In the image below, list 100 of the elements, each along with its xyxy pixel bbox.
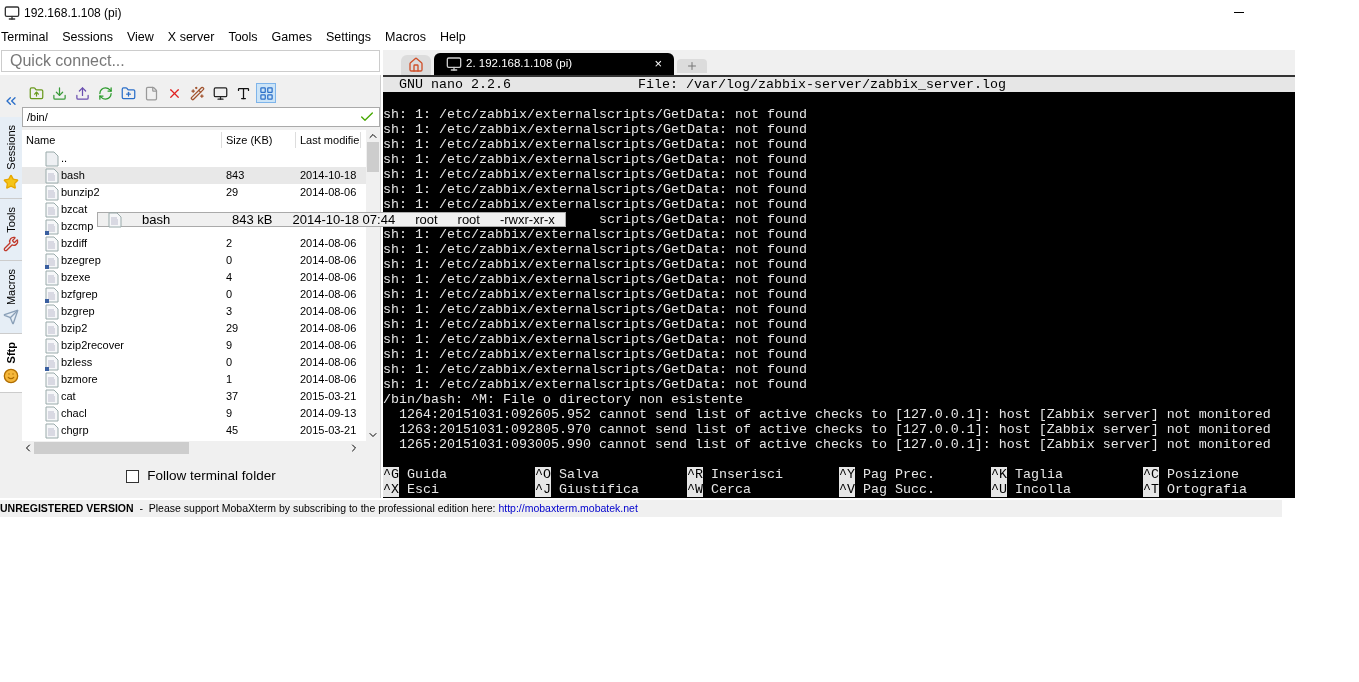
shortcut-label: Giustifica <box>559 482 639 497</box>
terminal-line: scripts/GetData: not found <box>598 212 807 227</box>
file-name: .. <box>61 151 68 167</box>
terminal-line: sh: 1: /etc/zabbix/externalscripts/GetData: not found <box>383 122 807 137</box>
terminal-line: sh: 1: /etc/zabbix/externalscripts/GetData: not found <box>383 137 807 152</box>
status-message: UNREGISTERED VERSION - Please support MobaXterm by subscribing to the professional edition here: http://mobaxterm.mobatek.net <box>0 500 638 516</box>
shortcut-key: ^J <box>535 482 551 497</box>
file-name: bunzip2 <box>61 185 100 201</box>
shortcut-label: Taglia <box>1015 467 1063 482</box>
file-name: bzdiff <box>61 236 88 252</box>
shortcut-key: ^Y <box>839 467 855 482</box>
file-path: File: /var/log/zabbix-server/zabbix_server.log <box>638 77 1006 92</box>
shortcut-label: Salva <box>559 467 599 482</box>
file-name: bzgrep <box>61 304 95 320</box>
shortcut-label: Guida <box>407 467 447 482</box>
terminal-line: sh: 1: /etc/zabbix/externalscripts/GetData: not found <box>383 377 807 392</box>
shortcut-label: Esci <box>407 482 439 497</box>
file-date: 2015-03-21 <box>300 390 357 403</box>
terminal-line: sh: 1: /etc/zabbix/externalscripts/GetData: not found <box>383 182 807 197</box>
terminal-line: sh: 1: /etc/zabbix/externalscripts/GetData: not found <box>383 362 807 377</box>
file-date: 2014-08-06 <box>300 186 357 199</box>
file-name: cat <box>61 389 76 405</box>
shortcut-label: Cerca <box>711 482 751 497</box>
terminal-line: /bin/bash: ^M: File o directory non esistente <box>383 392 743 407</box>
shortcut-key: ^G <box>383 467 399 482</box>
shortcut-label: Pag Succ. <box>863 482 935 497</box>
file-size: 0 <box>226 254 233 267</box>
terminal-line: sh: 1: /etc/zabbix/externalscripts/GetData: not found <box>383 107 807 122</box>
file-size: 1 <box>226 373 233 386</box>
shortcut-key: ^C <box>1143 467 1159 482</box>
tooltip-size: 843 kB <box>232 213 273 226</box>
file-date: 2015-03-21 <box>300 424 357 437</box>
file-name: bzcat <box>61 202 88 218</box>
nano-version: GNU nano 2.2.6 <box>398 77 512 92</box>
shortcut-key: ^O <box>535 467 551 482</box>
file-name: chgrp <box>61 423 89 439</box>
file-size: 843 <box>226 169 245 182</box>
tooltip-owner: root <box>415 213 438 226</box>
file-name: bzcmp <box>61 219 94 235</box>
terminal-line: sh: 1: /etc/zabbix/externalscripts/GetData: not found <box>383 197 807 212</box>
file-size: 4 <box>226 271 233 284</box>
file-date: 2014-08-06 <box>300 305 357 318</box>
file-name: bzless <box>61 355 93 371</box>
tooltip-permissions: -rwxr-xr-x <box>499 213 555 226</box>
terminal-line: sh: 1: /etc/zabbix/externalscripts/GetData: not found <box>383 317 807 332</box>
shortcut-label: Inserisci <box>711 467 783 482</box>
terminal-line: sh: 1: /etc/zabbix/externalscripts/GetData: not found <box>383 272 807 287</box>
file-name: bzmore <box>61 372 98 388</box>
terminal-line: sh: 1: /etc/zabbix/externalscripts/GetData: not found <box>383 242 807 257</box>
checkbox-label: Follow terminal folder <box>147 467 276 486</box>
file-date: 2014-08-06 <box>300 271 357 284</box>
file-size: 29 <box>226 322 239 335</box>
file-date: 2014-10-18 <box>300 169 357 182</box>
file-date: 2014-08-06 <box>300 237 357 250</box>
terminal-line: sh: 1: /etc/zabbix/externalscripts/GetData: not found <box>383 302 807 317</box>
file-date: 2014-08-06 <box>300 322 357 335</box>
file-date: 2014-08-06 <box>300 373 357 386</box>
file-size: 37 <box>226 390 239 403</box>
tooltip-date: 2014-10-18 07:44 <box>292 213 396 226</box>
window-title: 192.168.1.108 (pi) <box>24 4 122 22</box>
terminal-line: sh: 1: /etc/zabbix/externalscripts/GetData: not found <box>383 287 807 302</box>
terminal-line: sh: 1: /etc/zabbix/externalscripts/GetData: not found <box>383 347 807 362</box>
shortcut-key: ^K <box>991 467 1007 482</box>
file-name: bzfgrep <box>61 287 98 303</box>
shortcut-key: ^V <box>839 482 855 497</box>
shortcut-key: ^R <box>687 467 703 482</box>
file-name: chacl <box>61 406 87 422</box>
shortcut-label: Posizione <box>1167 467 1239 482</box>
file-size: 0 <box>226 356 233 369</box>
shortcut-key: ^T <box>1143 482 1159 497</box>
file-date: 2014-08-06 <box>300 339 357 352</box>
shortcut-label: Incolla <box>1015 482 1071 497</box>
file-size: 2 <box>226 237 233 250</box>
file-name: bzegrep <box>61 253 101 269</box>
file-date: 2014-09-13 <box>300 407 357 420</box>
file-name: bzexe <box>61 270 91 286</box>
terminal-line: sh: 1: /etc/zabbix/externalscripts/GetData: not found <box>383 152 807 167</box>
file-date: 2014-08-06 <box>300 356 357 369</box>
terminal-line: sh: 1: /etc/zabbix/externalscripts/GetData: not found <box>383 167 807 182</box>
file-size: 9 <box>226 407 233 420</box>
file-size: 0 <box>226 288 233 301</box>
file-size: 9 <box>226 339 233 352</box>
shortcut-key: ^U <box>991 482 1007 497</box>
terminal-line: sh: 1: /etc/zabbix/externalscripts/GetData: not found <box>383 257 807 272</box>
terminal-line: sh: 1: /etc/zabbix/externalscripts/GetData: not found <box>383 332 807 347</box>
terminal-line: 1264:20151031:092605.952 cannot send list of active checks to [127.0.0.1]: host [Zabbix server] not monitored <box>398 407 1271 422</box>
shortcut-label: Ortografia <box>1167 482 1247 497</box>
file-size: 45 <box>226 424 239 437</box>
tooltip-group: root <box>457 213 480 226</box>
terminal-line: sh: 1: /etc/zabbix/externalscripts/GetData: not found <box>383 227 807 242</box>
shortcut-key: ^W <box>687 482 703 497</box>
tooltip-name: bash <box>142 213 172 226</box>
file-name: bzip2recover <box>61 338 124 354</box>
file-size: 3 <box>226 305 233 318</box>
file-name: bash <box>61 168 85 184</box>
file-date: 2014-08-06 <box>300 288 357 301</box>
shortcut-key: ^X <box>383 482 399 497</box>
file-date: 2014-08-06 <box>300 254 357 267</box>
shortcut-label: Pag Prec. <box>863 467 935 482</box>
terminal-line: 1265:20151031:093005.990 cannot send list of active checks to [127.0.0.1]: host [Zabbix server] not monitored <box>398 437 1271 452</box>
